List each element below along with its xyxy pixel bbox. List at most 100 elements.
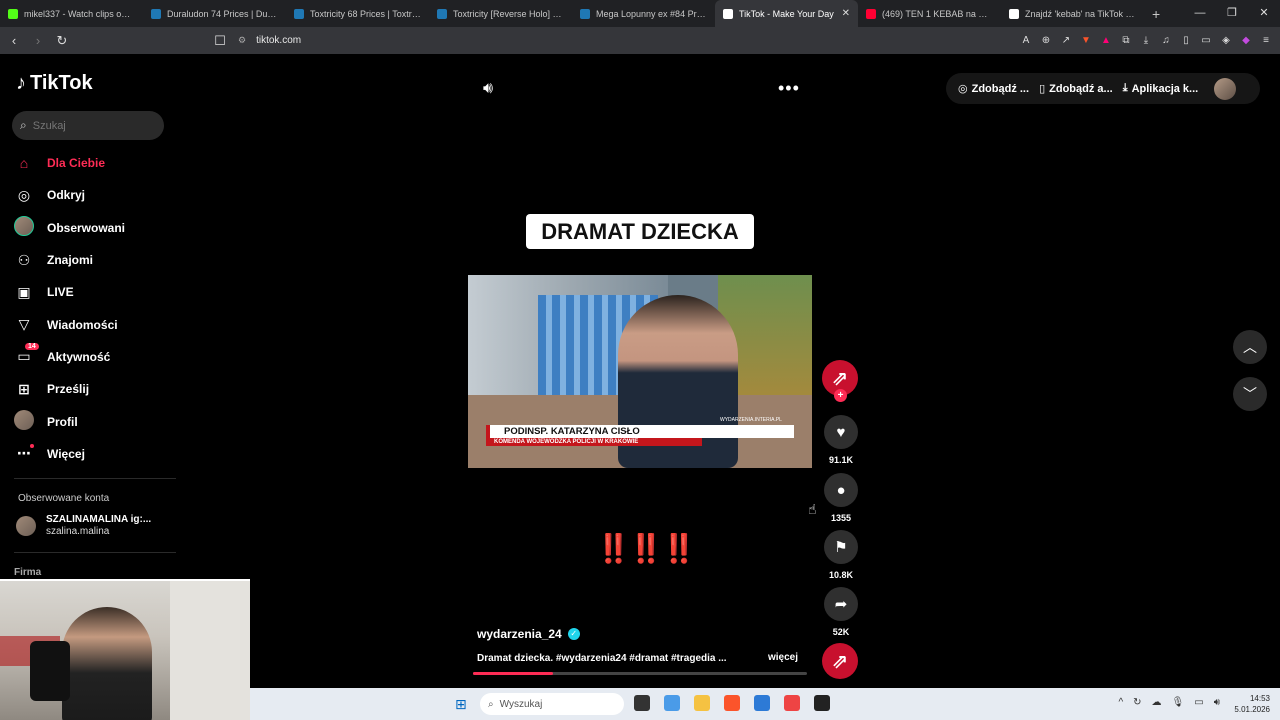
browser-tab[interactable]: Mega Lopunny ex #84 Prices | bbox=[572, 0, 715, 27]
leo-icon[interactable]: ◆ bbox=[1240, 35, 1252, 46]
bookmark-icon[interactable]: ☐ bbox=[210, 33, 230, 49]
taskbar-search[interactable]: ⌕ Wyszukaj bbox=[480, 693, 624, 715]
mic-icon[interactable]: 🎙︎ bbox=[1172, 697, 1185, 708]
music-disc-icon[interactable]: ⇗ bbox=[822, 643, 858, 679]
search-box[interactable]: ⌕ bbox=[12, 111, 164, 140]
app-icon[interactable] bbox=[814, 695, 830, 711]
inbox-icon: ▭ bbox=[17, 348, 31, 365]
taskbar-clock[interactable]: 14:53 5.01.2026 bbox=[1234, 693, 1270, 715]
share-icon[interactable]: ↗ bbox=[1060, 35, 1072, 46]
logo-text: TikTok bbox=[30, 72, 93, 94]
browser-tab[interactable]: Duraludon 74 Prices | Duraludo bbox=[143, 0, 286, 27]
brave-shield-icon[interactable]: ▼ bbox=[1080, 35, 1092, 46]
video-author[interactable]: wydarzenia_24 ✓ bbox=[477, 627, 580, 641]
zoom-icon[interactable]: ⊕ bbox=[1040, 35, 1052, 46]
browser-tab[interactable]: Znajdź 'kebab' na TikTok | Wys bbox=[1001, 0, 1144, 27]
vpn-icon[interactable]: ◈ bbox=[1220, 35, 1232, 46]
video-progress-bar[interactable] bbox=[473, 672, 807, 675]
sidebar-item-wiadomosci[interactable]: ▽ Wiadomości bbox=[14, 308, 184, 340]
task-view-icon[interactable] bbox=[634, 695, 650, 711]
browser-tab[interactable]: TikTok - Make Your Day ✕ bbox=[715, 0, 858, 27]
sidebar-item-aktywnosc[interactable]: ▭ 14 Aktywność bbox=[14, 341, 184, 373]
followed-account-name: SZALINAMALINA ig:... bbox=[46, 514, 152, 525]
sidebar-item-znajomi[interactable]: ⚇ Znajomi bbox=[14, 244, 184, 276]
profile-avatar-icon bbox=[14, 410, 34, 433]
file-explorer-icon[interactable] bbox=[694, 695, 710, 711]
follow-plus-icon[interactable]: + bbox=[834, 389, 847, 402]
sidebar-item-wiecej[interactable]: ⋯ Więcej bbox=[14, 438, 184, 470]
share-button[interactable]: ➦ 52K bbox=[823, 587, 859, 637]
share-arrow-icon: ➦ bbox=[824, 587, 858, 621]
more-link[interactable]: więcej bbox=[768, 652, 798, 663]
header-button-label: Aplikacja k... bbox=[1131, 82, 1199, 95]
volume-icon[interactable]: 🔊︎ bbox=[483, 80, 493, 98]
site-info-icon[interactable]: ⚙ bbox=[238, 35, 246, 46]
browser-tab[interactable]: Toxtricity 68 Prices | Toxtricity bbox=[286, 0, 429, 27]
network-icon[interactable]: ▭ bbox=[1194, 697, 1203, 708]
brave-active-icon[interactable] bbox=[784, 695, 800, 711]
wallet-icon[interactable]: ▭ bbox=[1200, 35, 1212, 46]
tab-favicon-icon bbox=[723, 8, 733, 19]
sidebar-item-przeslij[interactable]: ⊞ Prześlij bbox=[14, 373, 184, 405]
firma-link[interactable]: Firma bbox=[14, 567, 41, 578]
windows-start-icon[interactable]: ⊞ bbox=[455, 696, 467, 713]
get-coins-button[interactable]: ◎ Zdobądź ... bbox=[958, 82, 1029, 96]
forward-icon[interactable]: › bbox=[28, 33, 48, 48]
user-avatar[interactable] bbox=[1214, 77, 1237, 100]
save-count: 10.8K bbox=[828, 570, 854, 580]
sidebar-item-profil[interactable]: Profil bbox=[14, 405, 184, 437]
desktop-app-button[interactable]: ⤓ Aplikacja k... bbox=[1123, 82, 1199, 95]
more-options-icon[interactable]: ••• bbox=[778, 78, 800, 99]
next-video-button[interactable]: ﹀ bbox=[1233, 377, 1267, 411]
like-count: 91.1K bbox=[828, 455, 854, 465]
store-icon[interactable] bbox=[754, 695, 770, 711]
sidebar-item-label: Odkryj bbox=[47, 188, 86, 203]
phone-icon: ▯ bbox=[1039, 83, 1046, 95]
restore-icon[interactable]: ❐ bbox=[1216, 0, 1248, 27]
sidebar-item-dla-ciebie[interactable]: ⌂ Dla Ciebie bbox=[14, 147, 184, 179]
previous-video-button[interactable]: ︿ bbox=[1233, 330, 1267, 364]
url-field[interactable]: ⚙ tiktok.com bbox=[232, 31, 962, 50]
window-controls: — ❐ ✕ bbox=[1184, 0, 1280, 27]
speaker-icon[interactable]: 🔊︎ bbox=[1214, 697, 1220, 708]
get-app-button[interactable]: ▯ Zdobądź a... bbox=[1039, 82, 1113, 96]
chyron-org: KOMENDA WOJEWÓDZKA POLICJI W KRAKOWIE bbox=[486, 438, 702, 446]
taskbar-search-text: Wyszukaj bbox=[499, 698, 543, 710]
browser-tab[interactable]: mikel337 - Watch clips on Kick bbox=[0, 0, 143, 27]
sidebar-item-label: Prześlij bbox=[47, 382, 90, 397]
minimize-icon[interactable]: — bbox=[1184, 0, 1216, 27]
reload-icon[interactable]: ↻ bbox=[52, 33, 72, 49]
sidebar-icon[interactable]: ▯ bbox=[1180, 35, 1192, 46]
browser-tab[interactable]: Toxtricity [Reverse Holo] #68 P bbox=[429, 0, 572, 27]
save-button[interactable]: ⚑ 10.8K bbox=[823, 530, 859, 580]
browser-tab[interactable]: (469) TEN 1 KEBAB na CAŁE ŻY bbox=[858, 0, 1001, 27]
sidebar-item-odkryj[interactable]: ◎ Odkryj bbox=[14, 179, 184, 211]
search-input[interactable] bbox=[32, 119, 143, 132]
close-window-icon[interactable]: ✕ bbox=[1248, 0, 1280, 27]
sidebar-item-live[interactable]: ▣ LIVE bbox=[14, 276, 184, 308]
tiktok-logo[interactable]: ♪ TikTok bbox=[16, 72, 93, 95]
back-icon[interactable]: ‹ bbox=[4, 33, 24, 48]
new-tab-icon[interactable]: + bbox=[1152, 6, 1160, 22]
copilot-icon[interactable] bbox=[664, 695, 680, 711]
followed-account[interactable]: SZALINAMALINA ig:... szalina.malina bbox=[16, 514, 151, 538]
media-icon[interactable]: ♫ bbox=[1160, 35, 1172, 46]
tray-chevron-icon[interactable]: ^ bbox=[1118, 697, 1123, 708]
divider bbox=[14, 552, 176, 553]
sidebar-item-obserwowani[interactable]: Obserwowani bbox=[14, 212, 184, 244]
sync-icon[interactable]: ↻ bbox=[1133, 697, 1141, 708]
video-player[interactable]: WYDARZENIA.INTERIA.PL PODINSP. KATARZYNA… bbox=[468, 275, 812, 468]
cloud-icon[interactable]: ☁ bbox=[1152, 697, 1162, 708]
brave-rewards-icon[interactable]: ▲ bbox=[1100, 35, 1112, 46]
close-tab-icon[interactable]: ✕ bbox=[842, 8, 850, 19]
extensions-icon[interactable]: ⧉ bbox=[1120, 35, 1132, 46]
comment-button[interactable]: ● 1355 bbox=[823, 473, 859, 523]
sidebar-nav: ⌂ Dla Ciebie ◎ Odkryj Obserwowani ⚇ Znaj… bbox=[14, 147, 184, 470]
menu-icon[interactable]: ≡ bbox=[1260, 35, 1272, 46]
translate-icon[interactable]: A bbox=[1020, 35, 1032, 46]
mouse-cursor-icon: ☝ bbox=[808, 501, 817, 517]
brave-icon[interactable] bbox=[724, 695, 740, 711]
download-icon[interactable]: ⤓ bbox=[1140, 35, 1152, 46]
like-button[interactable]: ♥ 91.1K bbox=[823, 415, 859, 465]
search-icon: ⌕ bbox=[20, 118, 27, 132]
